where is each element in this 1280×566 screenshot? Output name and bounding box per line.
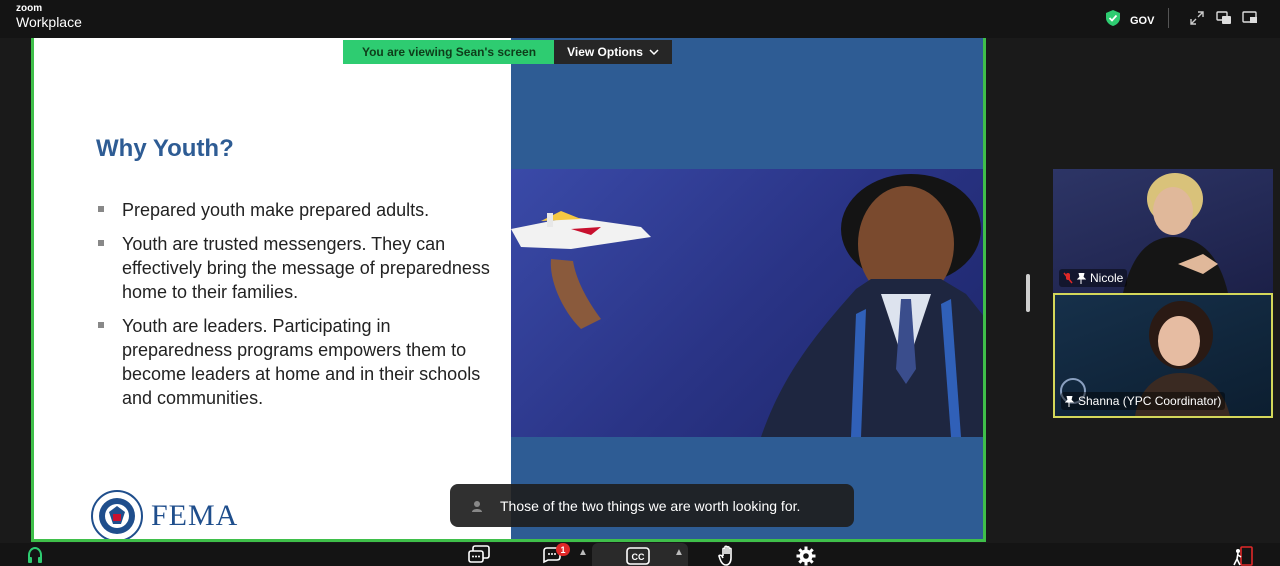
slide-bullet: Youth are trusted messengers. They can e… [96,232,496,304]
zoom-window: zoom Workplace GOV Why Youth? Prepared y… [0,0,1280,566]
participant-name: Shanna (YPC Coordinator) [1078,394,1222,408]
slide-bullets: Prepared youth make prepared adults. You… [96,198,496,420]
viewing-name: Sean's screen [455,45,537,59]
dhs-seal-icon [91,490,143,539]
minimize-icon[interactable] [1242,11,1258,30]
chevron-down-icon [649,49,659,55]
video-tile-shanna[interactable]: Shanna (YPC Coordinator) [1053,293,1273,418]
participant-label: Nicole [1059,269,1128,287]
brand-zoom: zoom [16,3,43,14]
participant-name: Nicole [1090,271,1124,285]
notification-badge: 1 [556,543,570,556]
airplane-model-icon [511,211,651,249]
participant-label: Shanna (YPC Coordinator) [1061,392,1226,410]
caption-text: Those of the two things we are worth loo… [500,497,801,514]
audio-icon[interactable] [26,546,44,566]
top-divider [1168,8,1169,28]
pin-icon [1065,395,1074,407]
person-photo [761,174,983,437]
brand-workplace: Workplace [16,14,82,30]
viewing-banner: You are viewing Sean's screen [343,40,555,64]
shield-check-icon [1106,10,1120,31]
settings-icon[interactable] [796,546,816,566]
view-options-label: View Options [567,45,643,59]
split-resize-handle[interactable] [1026,274,1030,312]
chat-icon[interactable] [468,545,490,566]
top-bar: zoom Workplace GOV [0,0,1280,38]
video-tile-nicole[interactable]: Nicole [1053,169,1273,293]
speaker-avatar-icon [472,500,482,512]
gov-label: GOV [1130,14,1155,27]
raise-hand-icon[interactable] [718,545,738,566]
slide-bullet: Youth are leaders. Participating in prep… [96,314,496,410]
view-icon[interactable] [1216,11,1232,30]
slide-photo [511,169,983,437]
slide-title: Why Youth? [96,135,234,162]
pin-icon [1077,272,1086,284]
viewing-label: You are viewing [361,45,453,59]
fullscreen-icon[interactable] [1190,11,1204,30]
leave-icon[interactable] [1232,546,1254,566]
fema-wordmark: FEMA [151,499,239,532]
slide-bullet: Prepared youth make prepared adults. [96,198,496,222]
caption-bubble: Those of the two things we are worth loo… [450,484,854,527]
security-indicator[interactable]: GOV [1106,10,1154,31]
zoom-logo: zoom Workplace [16,3,82,30]
view-options-button[interactable]: View Options [554,40,672,64]
chevron-up-icon[interactable]: ▲ [578,547,588,558]
slide-text-panel: Why Youth? Prepared youth make prepared … [34,38,511,539]
captions-label: CC [632,552,645,562]
fema-logo: FEMA [91,490,239,539]
captions-icon[interactable]: CC [626,547,650,566]
chevron-up-icon[interactable]: ▲ [674,547,684,558]
shared-screen: Why Youth? Prepared youth make prepared … [31,38,986,542]
mic-muted-icon [1063,272,1073,284]
